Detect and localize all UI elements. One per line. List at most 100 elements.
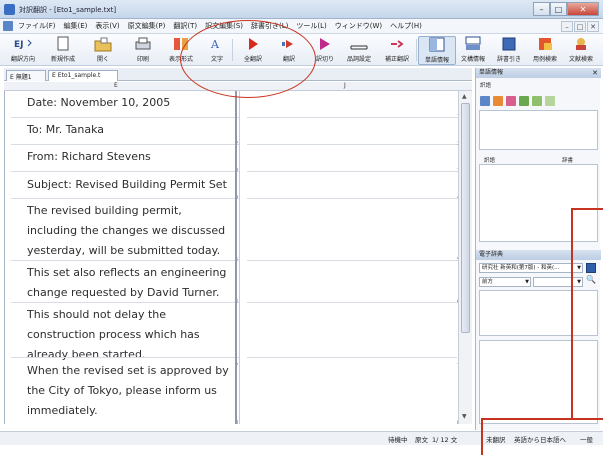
search-mode-select[interactable]: 前方 ▼ bbox=[479, 277, 531, 287]
status-mode: 一般 bbox=[580, 436, 593, 444]
window-controls: – □ ✕ bbox=[533, 2, 599, 16]
word-info-icon bbox=[427, 37, 447, 53]
translation-direction-button[interactable]: EJ 翻訳方向 bbox=[4, 36, 42, 65]
menu-translate[interactable]: 翻訳(T) bbox=[173, 21, 197, 31]
binoculars-search-icon[interactable]: 🔍 bbox=[586, 275, 596, 284]
title-bar: 対訳翻訳 - [Eto1_sample.txt] – □ ✕ bbox=[0, 0, 603, 19]
register-word-icon[interactable] bbox=[480, 96, 490, 106]
apply-word-icon[interactable] bbox=[545, 96, 555, 106]
source-segment-3[interactable]: From: Richard Stevens bbox=[27, 147, 235, 167]
example-search-button[interactable]: 用例検索 bbox=[526, 36, 564, 65]
source-column-label: E bbox=[114, 82, 118, 89]
part-of-speech-icon bbox=[349, 36, 369, 52]
segment-divider bbox=[11, 171, 239, 172]
cut-translation-icon bbox=[315, 36, 335, 52]
toolbar-separator bbox=[416, 39, 417, 61]
editor-area[interactable]: Date: November 10, 2005 1 1 To: Mr. Tana… bbox=[4, 91, 460, 426]
close-panel-icon[interactable]: ✕ bbox=[592, 68, 598, 78]
edit-word-icon[interactable] bbox=[493, 96, 503, 106]
maximize-button[interactable]: □ bbox=[550, 2, 567, 16]
tab-eto1-sample[interactable]: E Eto1_sample.t bbox=[48, 70, 118, 81]
delete-word-icon[interactable] bbox=[506, 96, 516, 106]
mdi-close-button[interactable]: ✕ bbox=[587, 21, 599, 32]
segment-divider bbox=[11, 357, 239, 358]
dictionary-lookup-icon bbox=[499, 36, 519, 52]
source-segment-8[interactable]: When the revised set is approved by the … bbox=[27, 361, 235, 421]
window-title: 対訳翻訳 - [Eto1_sample.txt] bbox=[19, 6, 117, 14]
menu-view[interactable]: 表示(V) bbox=[95, 21, 119, 31]
app-icon bbox=[4, 4, 15, 15]
dictionary-search-input[interactable]: ▼ bbox=[533, 277, 583, 287]
status-bar: 待機中 原文 1/ 12 文 未翻訳 英語から日本語へ 一般 bbox=[0, 431, 603, 445]
electronic-dictionary-title: 電子辞典 bbox=[476, 250, 601, 260]
source-segment-2[interactable]: To: Mr. Tanaka bbox=[27, 120, 235, 140]
right-panel: 単語情報 ✕ 訳語 訳語 辞書 電子辞典 研究社 新英和(第7版) - 和英(.… bbox=[475, 68, 601, 430]
chevron-down-icon: ▼ bbox=[577, 265, 581, 271]
status-direction: 英語から日本語へ bbox=[514, 436, 566, 444]
svg-text:EJ: EJ bbox=[14, 40, 24, 50]
close-button[interactable]: ✕ bbox=[567, 2, 599, 16]
reference-search-icon bbox=[571, 36, 591, 52]
menu-tools[interactable]: ツール(L) bbox=[296, 21, 326, 31]
dictionary-settings-button[interactable] bbox=[586, 263, 596, 273]
source-segment-5[interactable]: The revised building permit, including t… bbox=[27, 201, 235, 261]
annotation-line bbox=[571, 208, 573, 418]
menu-file[interactable]: ファイル(F) bbox=[18, 21, 56, 31]
menu-help[interactable]: ヘルプ(H) bbox=[390, 21, 422, 31]
scroll-thumb[interactable] bbox=[461, 103, 470, 333]
move-down-icon[interactable] bbox=[532, 96, 542, 106]
mdi-minimize-button[interactable]: – bbox=[561, 21, 573, 32]
new-document-button[interactable]: 新規作成 bbox=[44, 36, 82, 65]
word-info-toolbar bbox=[480, 96, 558, 106]
source-segment-7[interactable]: This should not delay the construction p… bbox=[27, 305, 235, 365]
mdi-restore-button[interactable]: □ bbox=[574, 21, 586, 32]
translation-candidates-list[interactable] bbox=[479, 164, 598, 242]
dictionary-definition-view[interactable] bbox=[479, 340, 598, 424]
menu-bar: ファイル(F) 編集(E) 表示(V) 原文編集(P) 翻訳(T) 訳文編集(S… bbox=[0, 19, 603, 34]
dict-column-header: 辞書 bbox=[562, 158, 574, 164]
source-segment-4[interactable]: Subject: Revised Building Permit Set bbox=[27, 175, 235, 195]
correction-translate-button[interactable]: 補正翻訳 bbox=[378, 36, 416, 65]
minimize-button[interactable]: – bbox=[533, 2, 550, 16]
word-info-list[interactable] bbox=[479, 110, 598, 150]
status-doc-type: 原文 bbox=[415, 436, 428, 444]
menu-source-edit[interactable]: 原文編集(P) bbox=[128, 21, 166, 31]
sentence-structure-button[interactable]: 文構情報 bbox=[454, 36, 492, 65]
pane-splitter-edge bbox=[239, 91, 240, 424]
dictionary-entry-list[interactable] bbox=[479, 290, 598, 336]
word-info-button[interactable]: 単語情報 bbox=[418, 36, 456, 65]
segment-divider bbox=[247, 144, 457, 145]
chevron-down-icon: ▼ bbox=[577, 279, 581, 285]
target-column-label: J bbox=[344, 82, 346, 89]
document-icon[interactable] bbox=[3, 21, 13, 31]
source-segment-6[interactable]: This set also reflects an engineering ch… bbox=[27, 263, 235, 303]
segment-divider bbox=[11, 302, 239, 303]
part-of-speech-button[interactable]: 品詞設定 bbox=[340, 36, 378, 65]
correction-translate-icon bbox=[387, 36, 407, 52]
translation-direction-icon: EJ bbox=[13, 36, 33, 52]
printer-icon bbox=[133, 36, 153, 52]
menu-edit[interactable]: 編集(E) bbox=[64, 21, 88, 31]
annotation-line bbox=[481, 418, 483, 455]
open-folder-icon bbox=[93, 36, 113, 52]
new-document-icon bbox=[53, 36, 73, 52]
status-state: 待機中 bbox=[388, 436, 408, 444]
dictionary-select[interactable]: 研究社 新英和(第7版) - 和英(... ▼ bbox=[479, 263, 583, 273]
segment-divider bbox=[11, 260, 239, 261]
mdi-controls: – □ ✕ bbox=[560, 21, 599, 32]
print-button[interactable]: 印刷 bbox=[124, 36, 162, 65]
move-up-icon[interactable] bbox=[519, 96, 529, 106]
segment-divider bbox=[11, 198, 239, 199]
scroll-up-icon[interactable]: ▲ bbox=[462, 93, 467, 100]
pane-splitter[interactable] bbox=[235, 91, 237, 424]
source-segment-1[interactable]: Date: November 10, 2005 bbox=[27, 93, 235, 113]
example-search-icon bbox=[535, 36, 555, 52]
editor-scrollbar[interactable]: ▲ ▼ bbox=[458, 91, 472, 424]
scroll-down-icon[interactable]: ▼ bbox=[462, 413, 467, 420]
menu-window[interactable]: ウィンドウ(W) bbox=[335, 21, 382, 31]
open-button[interactable]: 開く bbox=[84, 36, 122, 65]
reference-search-button[interactable]: 文献検索 bbox=[562, 36, 600, 65]
tab-untitled[interactable]: E 無題1 bbox=[6, 70, 46, 81]
dictionary-lookup-button[interactable]: 辞書引き bbox=[490, 36, 528, 65]
segment-divider bbox=[247, 302, 457, 303]
